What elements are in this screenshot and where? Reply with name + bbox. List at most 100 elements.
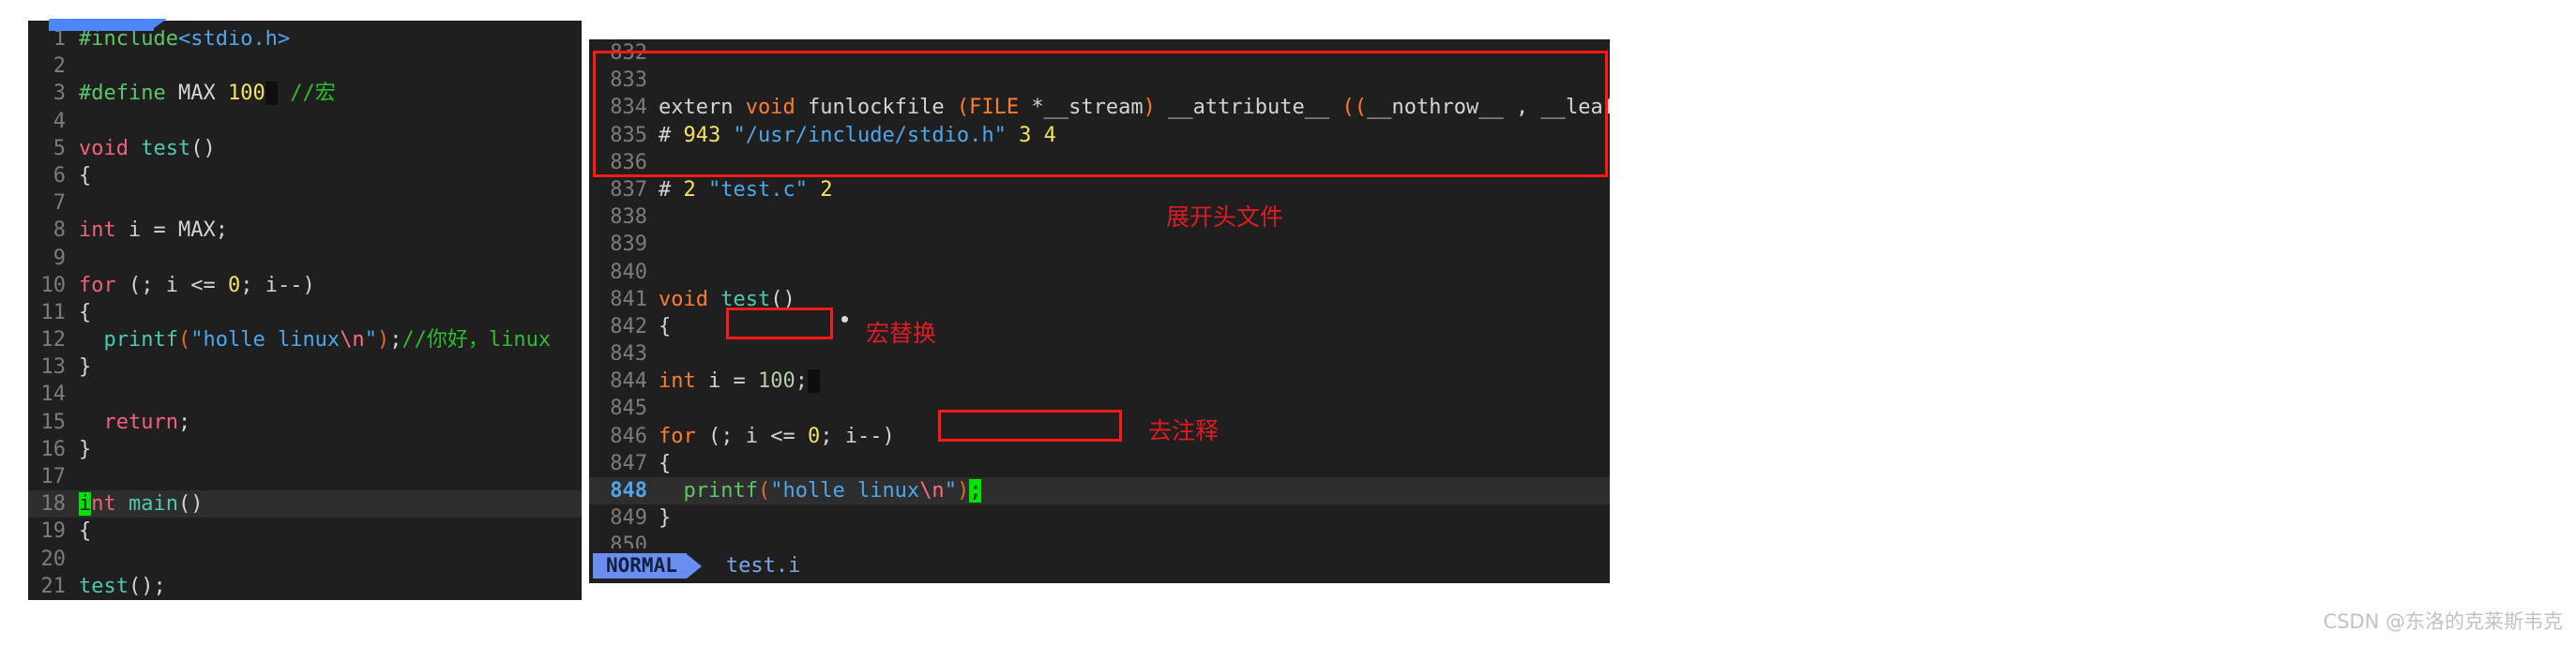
code-token: { (79, 519, 92, 544)
code-token: 100 (757, 369, 796, 394)
code-token: ) (956, 479, 970, 503)
code-line[interactable]: 9 (28, 245, 582, 272)
code-token: void (745, 96, 796, 120)
code-token: * (1019, 96, 1044, 120)
code-line[interactable]: 14 (28, 381, 582, 408)
code-token: return (103, 410, 178, 434)
code-line[interactable]: 2 (28, 53, 582, 80)
left-editor-active-tab[interactable] (49, 19, 154, 31)
code-line[interactable]: 841 void test() (589, 286, 1610, 313)
code-line[interactable]: 13} (28, 353, 582, 381)
code-line[interactable]: 848 printf("holle linux\n"); (589, 477, 1610, 505)
code-line[interactable]: 838 (589, 203, 1610, 231)
code-line[interactable]: 836 (589, 149, 1610, 176)
code-line[interactable]: 5 void test() (28, 135, 582, 162)
code-token: void (659, 287, 708, 311)
code-line[interactable]: 847 { (589, 450, 1610, 477)
code-line[interactable]: 17 (28, 463, 582, 490)
code-line[interactable]: 8 int i = MAX; (28, 217, 582, 244)
code-token: __attribute__ (1155, 96, 1342, 120)
code-line[interactable]: 832 (589, 39, 1610, 67)
line-number: 17 (40, 465, 67, 488)
code-line[interactable]: 15 return; (28, 409, 582, 436)
code-token: __nothrow__ , __leaf__ (1367, 96, 1610, 120)
code-line[interactable]: 6{ (28, 162, 582, 189)
code-line[interactable]: 844 int i = 100; (589, 368, 1610, 395)
line-number: 846 (610, 424, 647, 448)
code-token: ; (795, 369, 808, 394)
code-line[interactable]: 842 { (589, 313, 1610, 340)
code-text: int i = MAX; (79, 217, 582, 244)
line-number: 2 (53, 54, 66, 79)
code-token: printf (683, 479, 758, 503)
code-line[interactable]: 840 (589, 259, 1610, 286)
code-token: (); (128, 574, 166, 598)
code-text: void test() (79, 135, 582, 162)
code-token: 100 (227, 82, 265, 106)
code-token: 0 (807, 424, 821, 448)
code-line[interactable]: 10 for (; i <= 0; i--) (28, 272, 582, 299)
code-token: ) (376, 328, 390, 353)
code-text: int main() (79, 490, 582, 518)
code-token: nt (91, 492, 116, 517)
code-text: } (79, 436, 582, 463)
code-text: { (79, 162, 582, 189)
code-token: for (659, 424, 696, 448)
line-number: 10 (40, 273, 67, 297)
code-token: //宏 (290, 82, 336, 106)
code-line[interactable]: 835 # 943 "/usr/include/stdio.h" 3 4 (589, 122, 1610, 149)
code-line[interactable]: 3 #define MAX 100 //宏 (28, 80, 582, 107)
code-line[interactable]: 4 (28, 108, 582, 135)
code-token: test (720, 287, 771, 311)
line-number: 849 (610, 506, 647, 531)
code-token: main (129, 492, 178, 517)
code-line[interactable]: 16} (28, 436, 582, 463)
code-line[interactable]: 849} (589, 504, 1610, 532)
code-token: { (659, 451, 672, 475)
line-number: 837 (610, 177, 647, 202)
code-line[interactable]: 12 printf("holle linux\n");//你好，linux (28, 326, 582, 353)
code-line[interactable]: 11 { (28, 299, 582, 326)
code-token: 2 (820, 177, 833, 202)
code-token: (( (1341, 96, 1368, 120)
code-line[interactable]: 845 (589, 395, 1610, 422)
code-line[interactable]: 7 (28, 189, 582, 217)
code-token: } (79, 437, 92, 461)
code-line[interactable]: 20 (28, 546, 582, 573)
code-token: \n (340, 328, 365, 353)
code-token: \n (919, 479, 945, 503)
code-line[interactable]: 839 (589, 231, 1610, 258)
code-line[interactable]: 843 (589, 340, 1610, 368)
code-text: int i = 100; (659, 368, 1610, 395)
code-line[interactable]: 837 # 2 "test.c" 2 (589, 176, 1610, 203)
status-filename: test.i (725, 554, 801, 578)
code-token: test (141, 136, 191, 160)
line-number: 847 (610, 451, 647, 475)
preprocessed-output-editor[interactable]: 832 833 834 extern void funlockfile (FILE *… (589, 39, 1610, 583)
code-token: ) (1143, 96, 1156, 120)
code-line[interactable]: 846 for (; i <= 0; i--) (589, 423, 1610, 450)
line-number: 13 (40, 355, 67, 380)
line-number: 845 (610, 397, 647, 421)
code-token: ( (757, 479, 771, 503)
code-line[interactable]: 18 int main() (28, 490, 582, 518)
text-cursor: i (79, 492, 92, 517)
code-token: # (659, 123, 684, 147)
line-number: 8 (53, 218, 66, 243)
code-line[interactable]: 833 (589, 67, 1610, 94)
annotation-label-header-expand: 展开头文件 (1166, 203, 1284, 231)
code-line[interactable]: 834 extern void funlockfile (FILE *__stre… (589, 94, 1610, 121)
code-token: MAX (177, 82, 216, 106)
code-line[interactable]: 19 { (28, 518, 582, 545)
code-token: 2 (683, 177, 696, 202)
code-text: # 2 "test.c" 2 (659, 176, 1610, 203)
source-code-editor[interactable]: 1 #include<stdio.h> 2 3 #define MAX 100 //宏 4… (28, 25, 582, 600)
line-number: 834 (610, 96, 647, 120)
code-line[interactable]: 21 test(); (28, 573, 582, 600)
